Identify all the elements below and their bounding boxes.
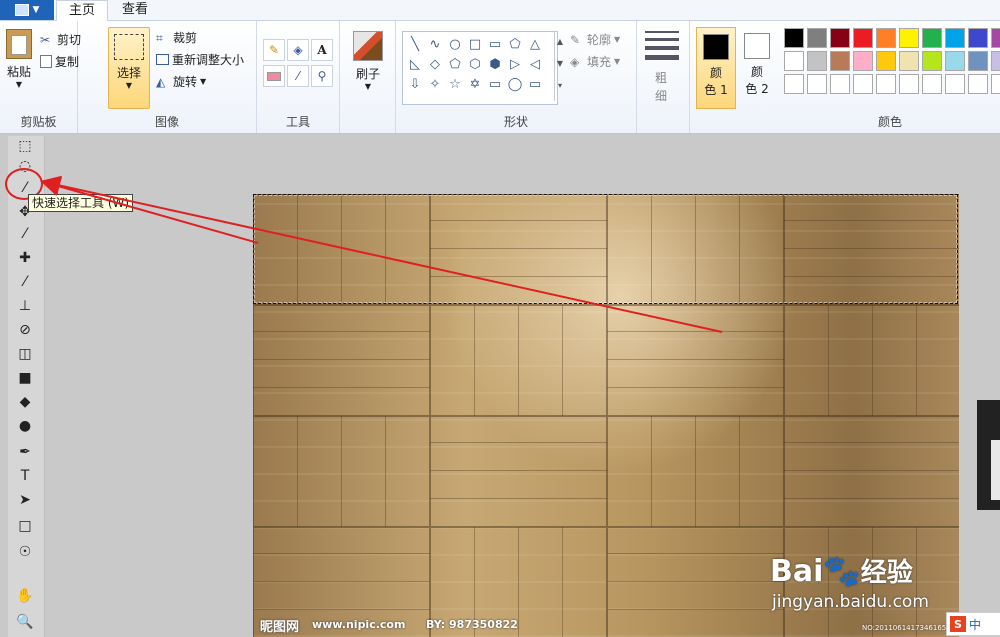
arrow-from-canvas [40, 175, 723, 333]
arrow-from-selection [40, 176, 259, 244]
annotation-arrows [40, 175, 723, 333]
